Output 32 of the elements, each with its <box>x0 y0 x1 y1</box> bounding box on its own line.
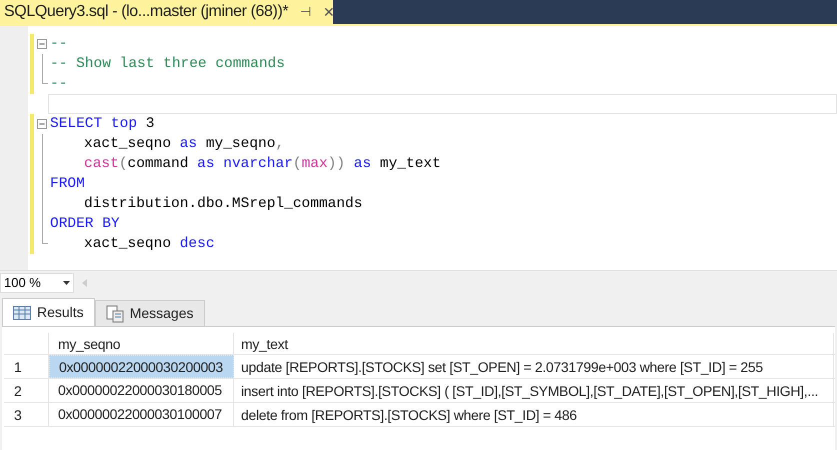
code-line: xact_seqno desc <box>83 235 215 254</box>
collapse-icon[interactable] <box>37 39 47 49</box>
code-line: -- Show last three commands <box>49 55 285 74</box>
results-tab[interactable]: Results <box>2 298 95 326</box>
table-cell: update [REPORTS].[STOCKS] set [ST_OPEN] = 2.0731799e+003 where [ST_ID] = 255 <box>234 355 834 378</box>
row-number[interactable]: 2 <box>4 379 49 402</box>
tab-title: SQLQuery3.sql - (lo...master (jminer (68))* <box>4 2 288 22</box>
document-tab[interactable]: SQLQuery3.sql - (lo...master (jminer (68))* ⊣ ✕ <box>0 0 333 24</box>
row-number[interactable]: 3 <box>4 403 49 426</box>
column-header[interactable]: my_seqno <box>49 333 234 354</box>
code-line: xact_seqno as my_seqno, <box>83 135 284 154</box>
document-icon <box>106 304 124 322</box>
code-line: ORDER BY <box>49 215 120 234</box>
code-line: SELECT top 3 <box>49 115 154 134</box>
collapse-icon[interactable] <box>37 119 47 129</box>
code-line: FROM <box>49 175 85 194</box>
grid-icon <box>13 306 31 320</box>
table-cell: insert into [REPORTS].[STOCKS] ( [ST_ID],[ST_SYMBOL],[ST_DATE],[ST_OPEN],[ST_HIGH],... <box>234 379 834 402</box>
zoom-dropdown[interactable]: 100 % <box>0 272 74 292</box>
code-line: -- <box>49 35 68 54</box>
table-cell[interactable]: 0x00000022000030200003 <box>49 355 234 378</box>
column-header[interactable]: my_text <box>234 333 834 354</box>
dropdown-caret-icon <box>63 280 70 284</box>
close-icon[interactable]: ✕ <box>323 2 336 22</box>
table-cell[interactable]: 0x00000022000030180005 <box>49 379 234 402</box>
table-cell: delete from [REPORTS].[STOCKS] where [ST_ID] = 486 <box>234 403 834 426</box>
results-tab[interactable]: Messages <box>94 300 204 326</box>
code-line: -- <box>49 75 68 94</box>
code-line: distribution.dbo.MSrepl_commands <box>83 195 362 214</box>
pin-icon[interactable]: ⊣ <box>300 2 312 22</box>
code-line: cast(command as nvarchar(max)) as my_text <box>83 155 441 174</box>
table-cell[interactable]: 0x00000022000030100007 <box>49 403 234 426</box>
